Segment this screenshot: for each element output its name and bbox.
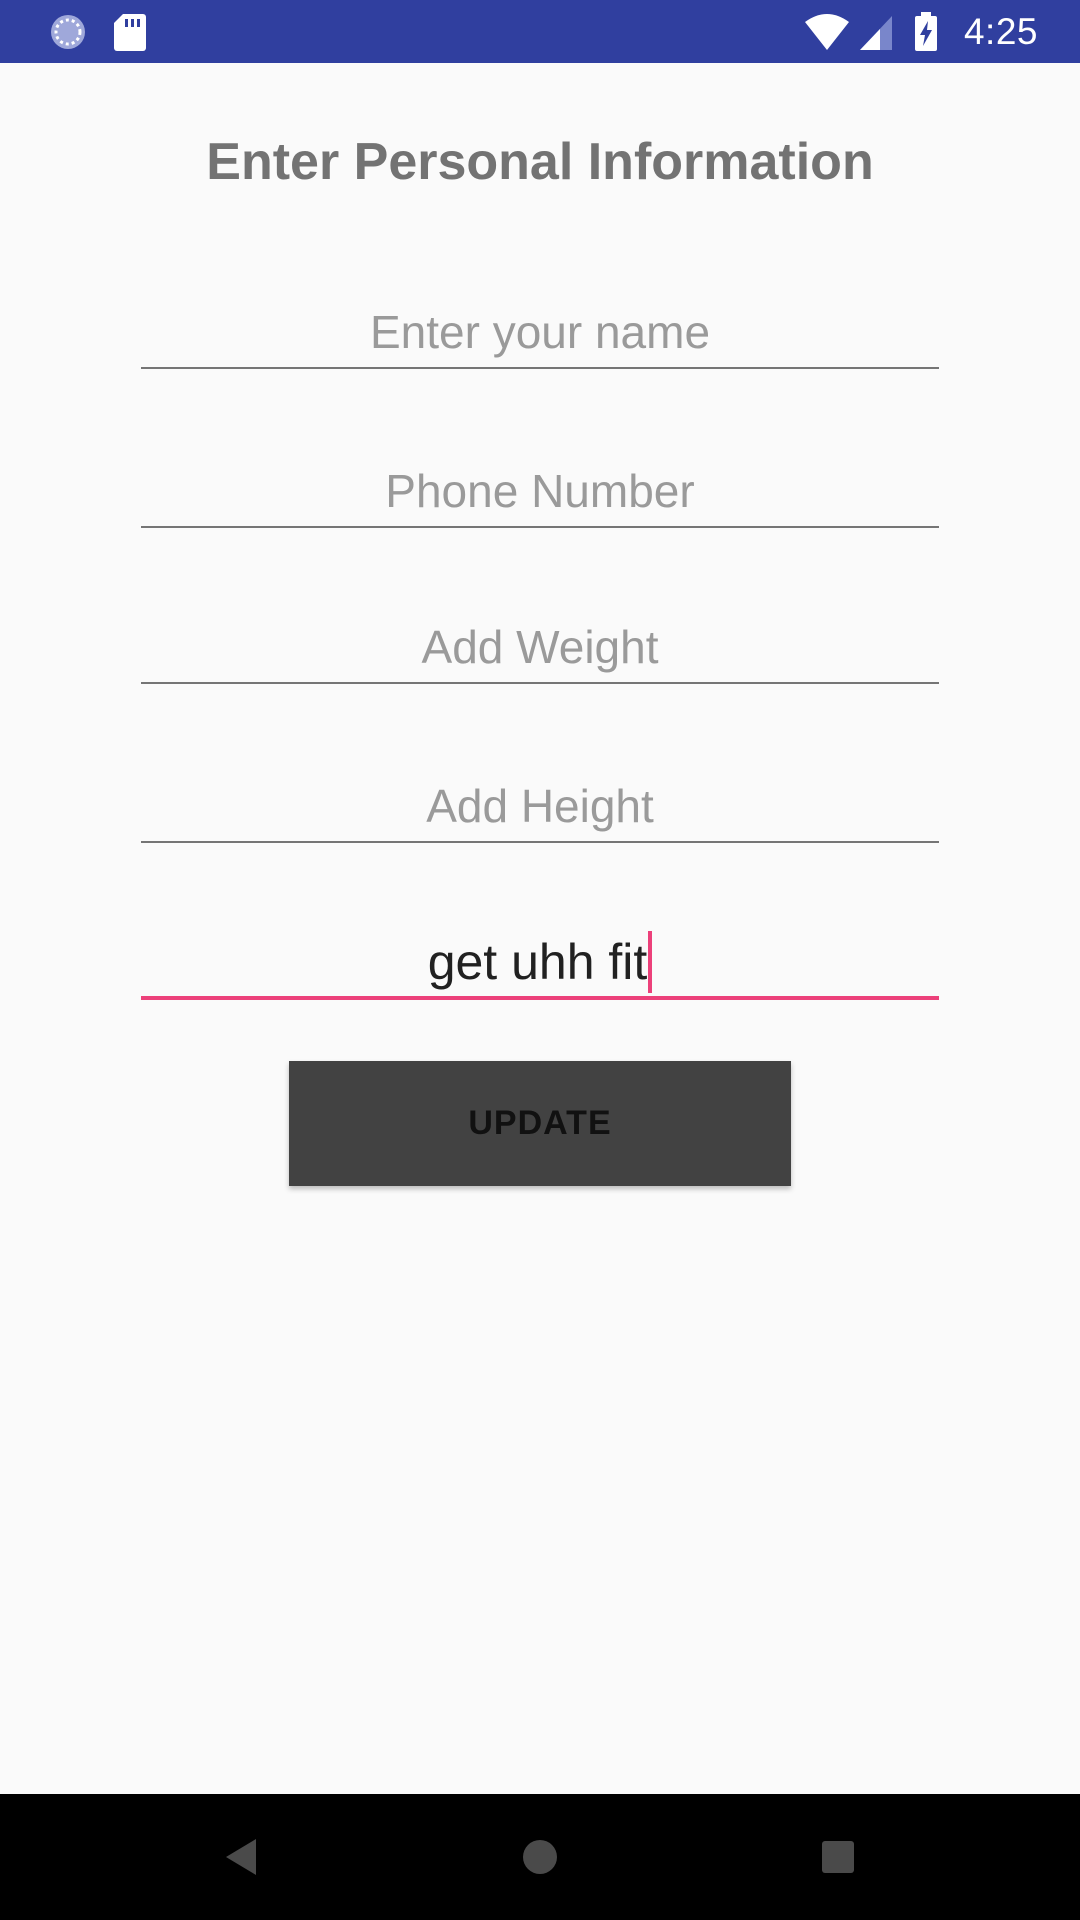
name-input[interactable]: [141, 289, 939, 367]
screen: 4:25 Enter Personal Information get uhh …: [0, 0, 1080, 1920]
phone-field[interactable]: [141, 448, 939, 528]
wifi-icon: [804, 12, 850, 52]
goal-input-value: get uhh fit: [427, 934, 648, 990]
battery-charging-icon: [914, 12, 938, 52]
cell-signal-icon: [858, 12, 894, 52]
home-icon[interactable]: [510, 1827, 570, 1887]
goal-field[interactable]: get uhh fit: [141, 920, 939, 1000]
navigation-bar: [0, 1794, 1080, 1920]
height-input[interactable]: [141, 763, 939, 841]
back-icon[interactable]: [212, 1827, 272, 1887]
status-time: 4:25: [963, 11, 1038, 52]
status-bar: 4:25: [0, 0, 1080, 63]
phone-input[interactable]: [141, 448, 939, 526]
recents-icon[interactable]: [808, 1827, 868, 1887]
sync-icon: [48, 12, 88, 52]
weight-field[interactable]: [141, 604, 939, 684]
text-cursor: [648, 931, 653, 993]
height-field[interactable]: [141, 763, 939, 843]
update-button[interactable]: UPDATE: [289, 1061, 791, 1186]
name-field[interactable]: [141, 289, 939, 369]
goal-input[interactable]: get uhh fit: [141, 920, 939, 996]
page-title: Enter Personal Information: [206, 133, 874, 191]
weight-input[interactable]: [141, 604, 939, 682]
sd-card-icon: [113, 12, 147, 52]
